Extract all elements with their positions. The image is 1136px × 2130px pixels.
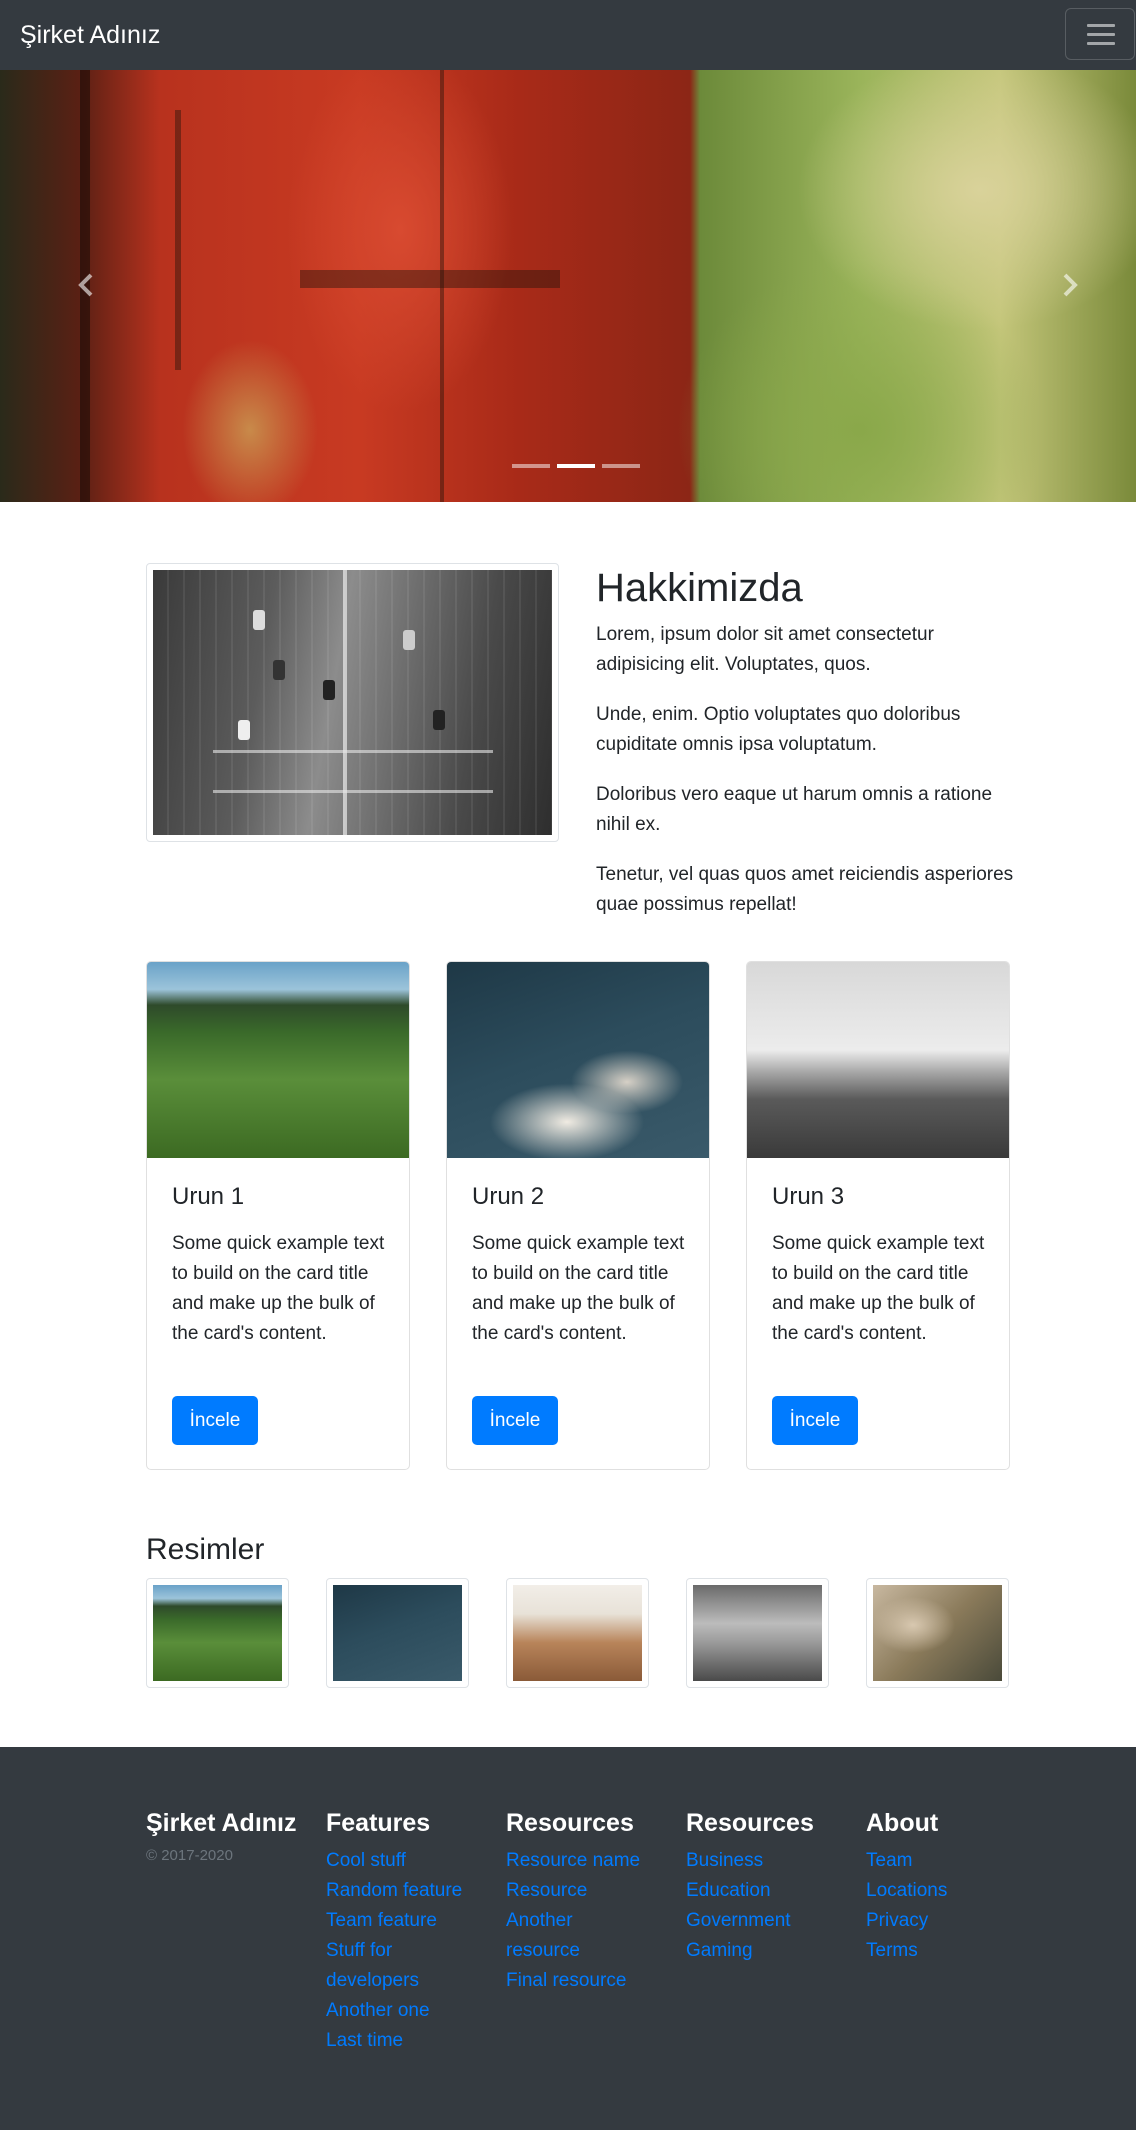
footer-link[interactable]: Another resource <box>506 1906 606 1966</box>
carousel-indicator[interactable] <box>512 464 550 468</box>
hero-carousel <box>0 70 1136 502</box>
about-image <box>146 563 559 842</box>
footer-link[interactable]: Gaming <box>686 1936 846 1966</box>
product-card: Urun 3 Some quick example text to build … <box>746 961 1010 1470</box>
footer-link[interactable]: Random feature <box>326 1876 486 1906</box>
about-title: Hakkimizda <box>596 566 803 610</box>
navbar-brand[interactable]: Şirket Adınız <box>20 20 160 50</box>
footer-link[interactable]: Education <box>686 1876 846 1906</box>
footer-link[interactable]: Stuff for developers <box>326 1936 456 1996</box>
footer-copyright: © 2017-2020 <box>146 1847 233 1864</box>
card-image <box>747 962 1009 1158</box>
footer-link[interactable]: Team feature <box>326 1906 486 1936</box>
footer-link[interactable]: Final resource <box>506 1966 666 1996</box>
card-title: Urun 2 <box>472 1183 545 1210</box>
gallery-title: Resimler <box>146 1533 265 1566</box>
footer-link[interactable]: Locations <box>866 1876 1026 1906</box>
about-paragraph: Tenetur, vel quas quos amet reiciendis a… <box>596 864 1014 915</box>
footer-brand: Şirket Adınız <box>146 1809 297 1837</box>
card-button[interactable]: İncele <box>172 1396 258 1445</box>
footer-link[interactable]: Resource name <box>506 1846 666 1876</box>
navbar-toggle-button[interactable] <box>1065 8 1135 60</box>
card-text: Some quick example text to build on the … <box>472 1233 685 1344</box>
footer-link[interactable]: Team <box>866 1846 1026 1876</box>
chevron-right-icon <box>1063 273 1078 297</box>
card-button[interactable]: İncele <box>772 1396 858 1445</box>
card-button[interactable]: İncele <box>472 1396 558 1445</box>
footer-column-heading: Resources <box>686 1809 814 1837</box>
about-paragraph: Doloribus vero eaque ut harum omnis a ra… <box>596 784 993 835</box>
navbar: Şirket Adınız <box>0 0 1136 70</box>
footer-link[interactable]: Terms <box>866 1936 1026 1966</box>
footer-column-heading: About <box>866 1809 939 1837</box>
card-image <box>147 962 409 1158</box>
product-card: Urun 2 Some quick example text to build … <box>446 961 710 1470</box>
footer-column-heading: Features <box>326 1809 431 1837</box>
footer-link[interactable]: Resource <box>506 1876 666 1906</box>
about-paragraph: Lorem, ipsum dolor sit amet consectetur … <box>596 624 934 675</box>
product-card: Urun 1 Some quick example text to build … <box>146 961 410 1470</box>
footer-link[interactable]: Business <box>686 1846 846 1876</box>
footer-column: Features Cool stuff Random feature Team … <box>326 1808 486 2056</box>
card-text: Some quick example text to build on the … <box>172 1233 385 1344</box>
footer-column: About Team Locations Privacy Terms <box>866 1808 1026 1966</box>
carousel-slide-image <box>0 70 1136 502</box>
footer-link[interactable]: Another one <box>326 1996 486 2026</box>
footer-column: Resources Business Education Government … <box>686 1808 846 1966</box>
gallery-thumbnail[interactable] <box>326 1578 469 1688</box>
carousel-prev-button[interactable] <box>72 270 102 300</box>
footer-column: Resources Resource name Resource Another… <box>506 1808 666 1996</box>
card-title: Urun 1 <box>172 1183 245 1210</box>
about-paragraph: Unde, enim. Optio voluptates quo dolorib… <box>596 704 961 755</box>
carousel-next-button[interactable] <box>1054 270 1084 300</box>
gallery-thumbnail[interactable] <box>146 1578 289 1688</box>
footer-link[interactable]: Government <box>686 1906 846 1936</box>
gallery-thumbnail[interactable] <box>686 1578 829 1688</box>
footer: Şirket Adınız © 2017-2020 Features Cool … <box>0 1747 1136 2130</box>
footer-link[interactable]: Privacy <box>866 1906 1026 1936</box>
gallery-thumbnail[interactable] <box>866 1578 1009 1688</box>
card-text: Some quick example text to build on the … <box>772 1233 985 1344</box>
card-title: Urun 3 <box>772 1183 845 1210</box>
footer-column-heading: Resources <box>506 1809 634 1837</box>
gallery-thumbnail[interactable] <box>506 1578 649 1688</box>
card-image <box>447 962 709 1158</box>
footer-link[interactable]: Last time <box>326 2026 486 2056</box>
footer-link[interactable]: Cool stuff <box>326 1846 486 1876</box>
carousel-indicator[interactable] <box>602 464 640 468</box>
chevron-left-icon <box>78 273 93 297</box>
carousel-indicator-active[interactable] <box>557 464 595 468</box>
